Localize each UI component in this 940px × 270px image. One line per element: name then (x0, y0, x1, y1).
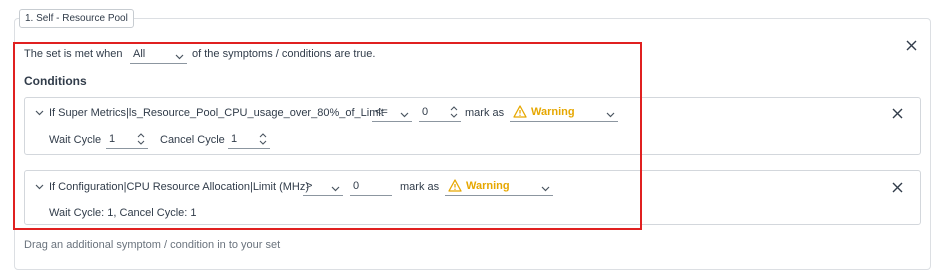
spinner-icon[interactable] (450, 104, 458, 123)
chevron-down-icon (400, 109, 409, 121)
expand-chevron-icon[interactable] (35, 181, 44, 193)
condition-1-value-input[interactable]: 0 (419, 104, 461, 122)
value-text: 0 (422, 106, 429, 118)
chevron-down-icon (541, 183, 550, 195)
set-tag: 1. Self - Resource Pool (19, 9, 134, 28)
warning-icon (513, 105, 527, 121)
operator-value: <= (375, 106, 388, 118)
mark-as-label: mark as (465, 107, 505, 119)
condition-card-1 (24, 97, 921, 155)
wait-cycle-value: 1 (109, 133, 116, 145)
mark-as-label: mark as (400, 181, 440, 193)
condition-2-severity-select[interactable]: Warning (445, 178, 553, 196)
wait-cycle-label: Wait Cycle (49, 134, 102, 146)
condition-2-text: If Configuration|CPU Resource Allocation… (49, 181, 310, 193)
spinner-icon[interactable] (259, 131, 267, 150)
remove-condition-1-close-icon[interactable] (892, 108, 904, 120)
spinner-icon[interactable] (137, 131, 145, 150)
cancel-cycle-value: 1 (231, 133, 238, 145)
operator-value: > (306, 180, 313, 192)
match-mode-select[interactable]: All (130, 46, 187, 64)
condition-1-text: If Super Metrics|ls_Resource_Pool_CPU_us… (49, 107, 384, 119)
chevron-down-icon (175, 51, 184, 63)
severity-value: Warning (466, 180, 510, 192)
value-text: 0 (353, 180, 360, 192)
chevron-down-icon (331, 183, 340, 195)
condition-1-severity-select[interactable]: Warning (510, 104, 618, 122)
sentence-suffix: of the symptoms / conditions are true. (192, 48, 376, 60)
expand-chevron-icon[interactable] (35, 107, 44, 119)
condition-1-operator-select[interactable]: <= (372, 104, 412, 122)
cancel-cycle-input[interactable]: 1 (228, 131, 270, 149)
condition-2-operator-select[interactable]: > (303, 178, 343, 196)
condition-2-summary: Wait Cycle: 1, Cancel Cycle: 1 (49, 207, 197, 219)
cancel-cycle-label: Cancel Cycle (160, 134, 225, 146)
sentence-prefix: The set is met when (24, 48, 123, 60)
remove-set-close-icon[interactable] (906, 40, 918, 52)
warning-icon (448, 179, 462, 195)
wait-cycle-input[interactable]: 1 (106, 131, 148, 149)
drag-hint: Drag an additional symptom / condition i… (24, 239, 281, 251)
conditions-heading: Conditions (24, 74, 87, 88)
chevron-down-icon (606, 109, 615, 121)
remove-condition-2-close-icon[interactable] (892, 182, 904, 194)
match-mode-value: All (133, 48, 146, 60)
condition-2-value-input[interactable]: 0 (350, 178, 392, 196)
severity-value: Warning (531, 106, 575, 118)
